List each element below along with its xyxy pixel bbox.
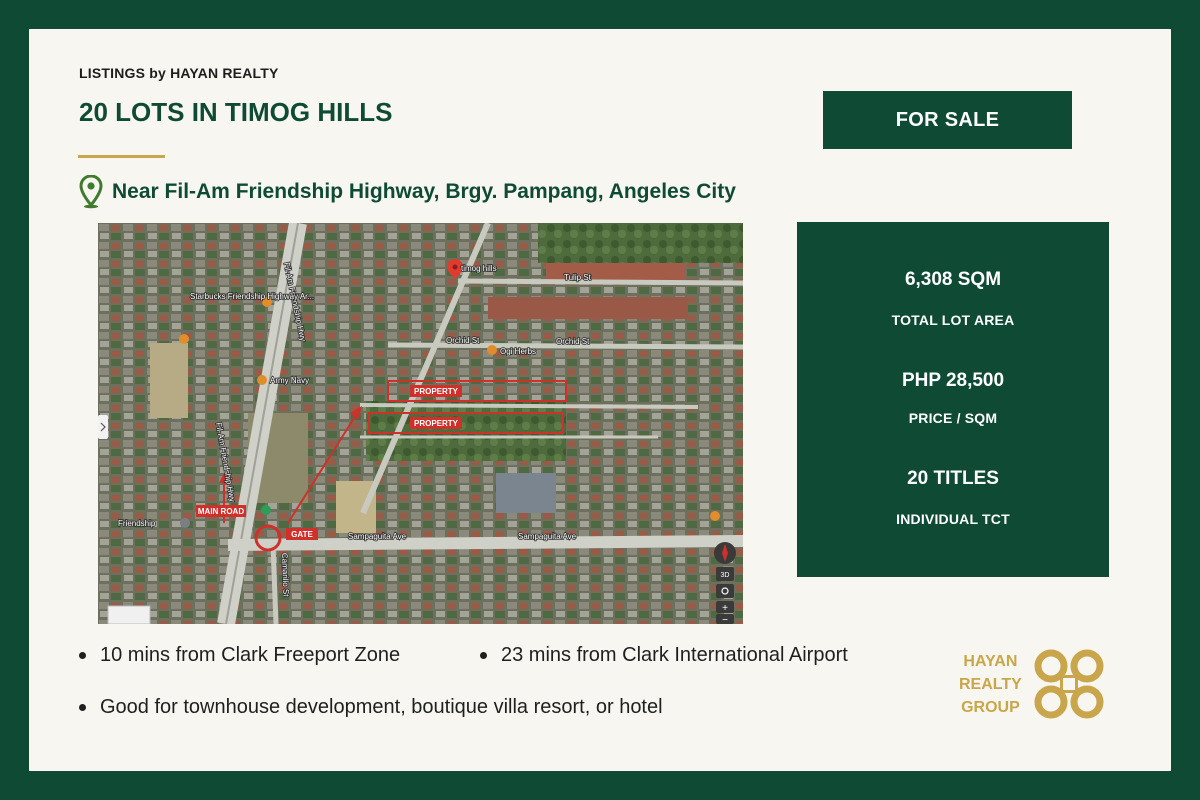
camarillo-st-label: Camarillo St	[280, 553, 291, 598]
title-divider	[78, 155, 165, 158]
orchid-st-label: Orchid St	[446, 336, 480, 345]
brand-logo: HAYAN REALTY GROUP	[959, 647, 1106, 721]
for-sale-button[interactable]: FOR SALE	[823, 91, 1072, 149]
listing-eyebrow: LISTINGS by HAYAN REALTY	[79, 65, 279, 81]
price-label: PRICE / SQM	[908, 410, 998, 426]
gate-tag-text: GATE	[291, 530, 313, 539]
brand-line: REALTY	[959, 675, 1022, 693]
layer-thumbnail[interactable]	[107, 605, 151, 624]
map-vegetation-north	[538, 223, 743, 263]
list-item: 10 mins from Clark Freeport Zone	[79, 644, 400, 667]
feature-text: 10 mins from Clark Freeport Zone	[100, 644, 401, 666]
map-pin-icon	[79, 175, 103, 209]
restaurant-poi-icon[interactable]	[179, 334, 189, 344]
map-building-west	[150, 343, 188, 418]
zoom-out-label: −	[722, 615, 728, 624]
lot-street-road	[359, 403, 699, 409]
bullet-icon	[79, 652, 86, 659]
restaurant-poi-icon-east[interactable]	[710, 511, 720, 521]
price-value: PHP 28,500	[901, 370, 1005, 391]
park-poi-icon[interactable]	[261, 505, 271, 515]
main-road-tag-text: MAIN ROAD	[198, 507, 244, 516]
list-item: 23 mins from Clark International Airport	[480, 644, 848, 667]
property-tag-1-text: PROPERTY	[414, 387, 459, 396]
view-3d-label: 3D	[721, 572, 730, 579]
titles-value: 20 TITLES	[907, 468, 999, 489]
friendship-poi-icon[interactable]	[180, 518, 190, 528]
brand-line: GROUP	[961, 698, 1020, 716]
listing-card: LISTINGS by HAYAN REALTY 20 LOTS IN TIMO…	[29, 29, 1171, 771]
property-stats-panel: 6,308 SQM TOTAL LOT AREA PHP 28,500 PRIC…	[797, 222, 1109, 577]
locate-button[interactable]	[716, 584, 734, 598]
listing-title: 20 LOTS IN TIMOG HILLS	[79, 97, 393, 127]
camarillo-st-road	[270, 544, 279, 624]
brand-line: HAYAN	[963, 652, 1018, 670]
herbs-poi-icon[interactable]	[487, 345, 497, 355]
zoom-in-label: +	[722, 603, 728, 614]
army-navy-poi-icon[interactable]	[257, 375, 267, 385]
starbucks-label: Starbucks Friendship Highway Ar...	[190, 292, 314, 301]
bullet-icon	[79, 704, 86, 711]
lot-area-label: TOTAL LOT AREA	[891, 312, 1015, 328]
sampaguita-ave-label: Sampaguita Ave	[348, 532, 407, 541]
titles-label: INDIVIDUAL TCT	[896, 511, 1010, 527]
herbs-label: Ogi Herbs	[500, 347, 536, 356]
orchid-st-label-2: Orchid St	[556, 337, 590, 346]
friendship-label: Friendship	[118, 519, 156, 528]
map-building-mid	[496, 473, 556, 513]
map-building-south	[336, 481, 376, 533]
satellite-map[interactable]: PROPERTY PROPERTY MAIN ROAD GATE timog h…	[98, 223, 743, 624]
hayan-logo-icon	[1034, 649, 1104, 719]
location-line: Near Fil-Am Friendship Highway, Brgy. Pa…	[79, 175, 736, 209]
location-text: Near Fil-Am Friendship Highway, Brgy. Pa…	[112, 180, 736, 203]
property-tag-2-text: PROPERTY	[414, 419, 459, 428]
sampaguita-ave-label-2: Sampaguita Ave	[518, 532, 577, 541]
tulip-st-road	[457, 278, 743, 286]
army-navy-label: Army Navy	[270, 376, 309, 385]
pin-center	[452, 264, 458, 270]
brand-name: HAYAN REALTY GROUP	[959, 650, 1022, 719]
feature-text: Good for townhouse development, boutique…	[100, 696, 663, 718]
timog-hills-label: timog hills	[461, 264, 497, 273]
side-panel-toggle[interactable]	[98, 415, 108, 439]
sampaguita-ave-road	[227, 535, 743, 551]
tulip-st-label: Tulip St	[564, 273, 592, 282]
map-block-east-2	[488, 297, 688, 319]
list-item: Good for townhouse development, boutique…	[79, 696, 663, 719]
feature-text: 23 mins from Clark International Airport	[501, 644, 848, 666]
bullet-icon	[480, 652, 487, 659]
lot-area-value: 6,308 SQM	[904, 269, 1002, 290]
